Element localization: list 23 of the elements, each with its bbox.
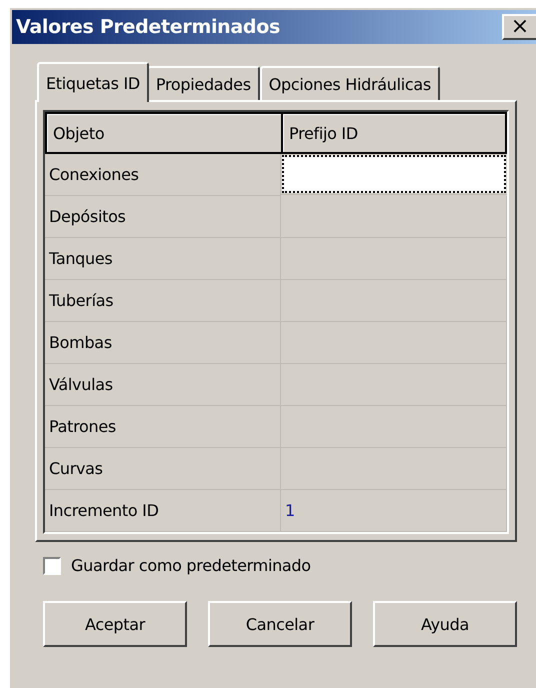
checkbox[interactable] (43, 556, 61, 574)
close-button[interactable]: × (502, 14, 536, 40)
input-field[interactable] (282, 155, 506, 193)
column-header: Prefijo ID (281, 112, 507, 154)
table-cell: Incremento ID (45, 490, 281, 532)
column-header: Objeto (45, 112, 281, 154)
table-cell: Válvulas (45, 364, 281, 406)
tab[interactable]: Opciones Hidráulicas (260, 66, 440, 100)
table-cell: Conexiones (45, 154, 281, 196)
table-cell: 1 (281, 490, 507, 532)
dialog-button[interactable]: Ayuda (373, 601, 517, 647)
table-cell: Tanques (45, 238, 281, 280)
table-cell: Curvas (45, 448, 281, 490)
dialog-button[interactable]: Aceptar (43, 601, 187, 647)
table-cell: Tuberías (45, 280, 281, 322)
tab[interactable]: Etiquetas ID (37, 62, 149, 102)
tab[interactable]: Propiedades (146, 66, 260, 100)
table-cell: Depósitos (45, 196, 281, 238)
table-cell: Patrones (45, 406, 281, 448)
dialog-button[interactable]: Cancelar (208, 601, 352, 647)
checkbox-label: Guardar como predeterminado (71, 556, 311, 575)
table-cell: Bombas (45, 322, 281, 364)
window-title: Valores Predeterminados (16, 16, 280, 38)
